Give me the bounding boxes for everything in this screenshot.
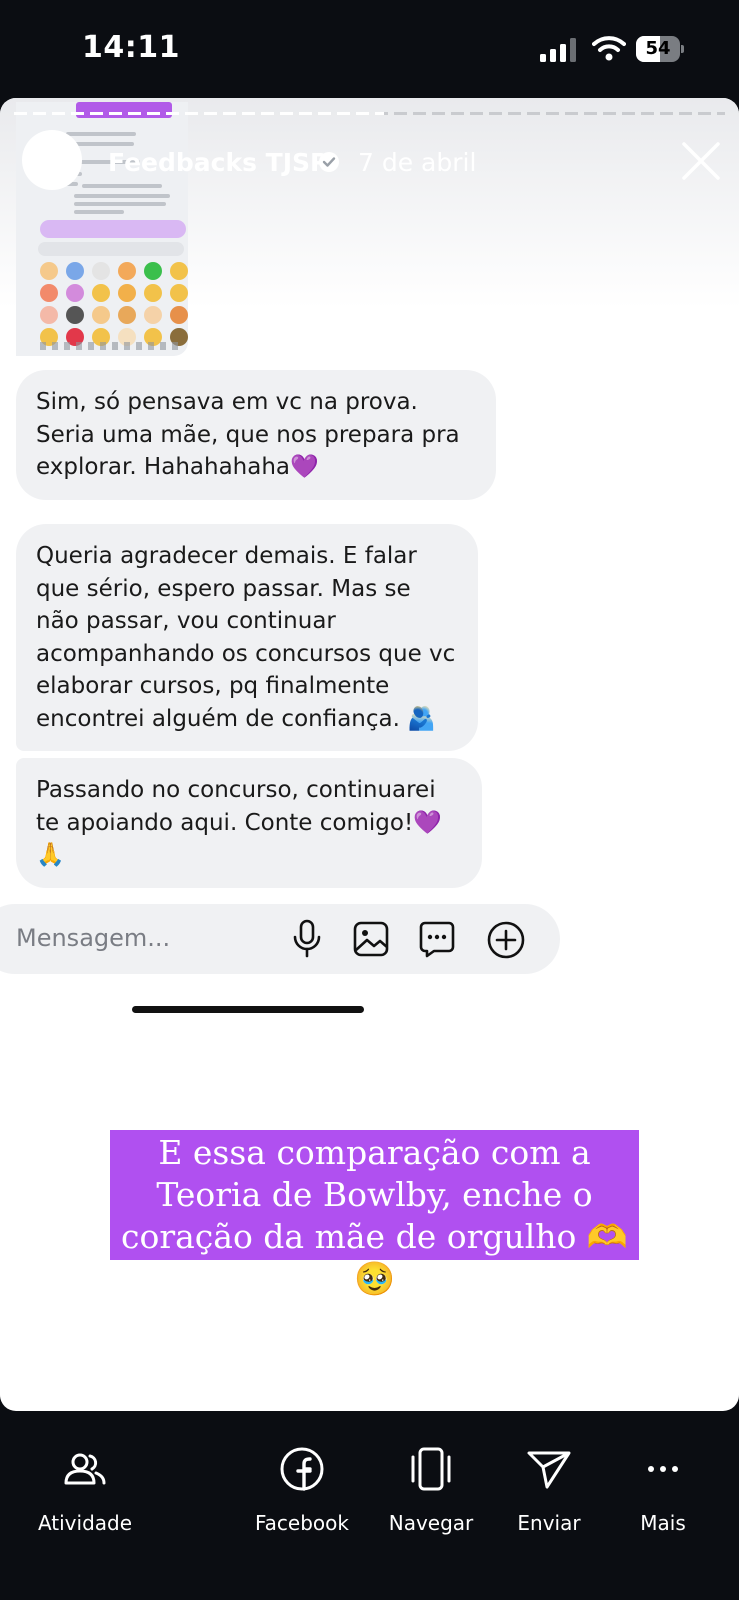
action-label: Enviar xyxy=(517,1511,581,1535)
status-time: 14:11 xyxy=(82,30,180,65)
facebook-button[interactable]: Facebook xyxy=(237,1445,367,1535)
status-bar: 14:11 54 xyxy=(0,0,739,98)
story-card[interactable]: Feedbacks TJSP 7 de abril Sim, só pensav… xyxy=(0,98,739,1411)
story-caption: E essa comparação com a Teoria de Bowlby… xyxy=(110,1130,639,1298)
verified-icon xyxy=(319,152,339,172)
action-label: Mais xyxy=(640,1511,686,1535)
message-composer: Mensagem... xyxy=(0,904,560,974)
navigate-icon xyxy=(411,1447,451,1491)
story-date: 7 de abril xyxy=(358,148,477,177)
send-icon xyxy=(527,1451,571,1489)
battery-percent: 54 xyxy=(645,38,671,59)
navigate-button[interactable]: Navegar xyxy=(366,1445,496,1535)
image-icon xyxy=(353,921,389,957)
sticker-icon xyxy=(419,921,455,958)
message-bubble: Sim, só pensava em vc na prova. Seria um… xyxy=(16,370,496,500)
wifi-icon xyxy=(592,36,626,61)
avatar[interactable] xyxy=(22,130,82,190)
story-username[interactable]: Feedbacks TJSP xyxy=(108,148,328,177)
more-button[interactable]: Mais xyxy=(598,1445,728,1535)
plus-icon xyxy=(487,921,525,959)
send-button[interactable]: Enviar xyxy=(484,1445,614,1535)
activity-button[interactable]: Atividade xyxy=(20,1445,150,1535)
message-input: Mensagem... xyxy=(16,924,171,952)
cellular-signal-icon xyxy=(540,38,576,62)
action-label: Navegar xyxy=(388,1511,474,1535)
story-action-bar: Atividade Facebook Navegar Enviar Mais xyxy=(0,1411,739,1600)
microphone-icon xyxy=(293,919,321,958)
people-icon xyxy=(64,1453,106,1485)
facebook-icon xyxy=(280,1447,324,1491)
message-bubble: Queria agradecer demais. E falar que sér… xyxy=(16,524,478,751)
close-icon[interactable] xyxy=(678,138,724,184)
action-label: Facebook xyxy=(255,1511,349,1535)
home-indicator xyxy=(132,1006,364,1013)
action-label: Atividade xyxy=(37,1511,133,1535)
battery-icon: 54 xyxy=(636,36,684,62)
more-icon xyxy=(648,1466,678,1472)
message-bubble: Passando no concurso, continuarei te apo… xyxy=(16,758,482,888)
story-progress-bar xyxy=(14,112,725,115)
